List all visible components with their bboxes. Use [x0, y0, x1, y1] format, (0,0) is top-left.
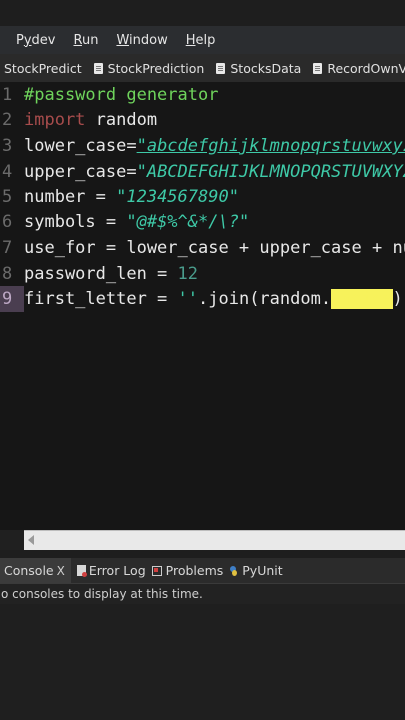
line-number: 8 — [2, 264, 13, 284]
menu-run[interactable]: Run — [74, 33, 99, 48]
python-file-icon — [93, 62, 103, 74]
console-output-area[interactable] — [0, 604, 405, 720]
tab-label: StockPredict — [4, 60, 82, 76]
autocomplete-highlight: choice — [331, 289, 393, 309]
scroll-left-arrow-icon[interactable] — [28, 535, 34, 545]
code-text: number = — [24, 187, 117, 207]
problems-icon — [151, 565, 162, 576]
code-text: upper_case= — [24, 162, 137, 182]
line-number: 3 — [2, 136, 13, 156]
error-log-icon — [76, 565, 87, 577]
code-editor[interactable]: 1 #password generator 2 import random 3 low… — [0, 82, 405, 530]
python-file-icon — [313, 62, 323, 74]
code-line-2: 2 import random — [0, 107, 405, 133]
menu-pydev[interactable]: Pydev — [16, 33, 56, 48]
keyword: import — [24, 110, 86, 130]
python-file-icon — [216, 62, 226, 74]
code-line-1: 1 #password generator — [0, 82, 405, 108]
tab-stockprediction[interactable]: StockPrediction — [90, 54, 213, 82]
tab-label: StocksData — [230, 60, 302, 76]
code-text: use_for = lower_case + upper_case + nu — [24, 238, 405, 258]
tab-label: Console — [4, 563, 54, 578]
line-number: 1 — [2, 85, 13, 105]
code-line-4: 4 upper_case="ABCDEFGHIJKLMNOPQRSTUVWXYZ — [0, 159, 405, 185]
tab-stocksdata[interactable]: StocksData — [212, 54, 309, 82]
tab-label: PyUnit — [242, 563, 283, 578]
panel-divider — [0, 550, 405, 558]
close-icon[interactable]: X — [57, 564, 65, 578]
tab-recordownvoice[interactable]: RecordOwnVoice — [309, 54, 405, 82]
string-literal: "1234567890" — [116, 187, 239, 207]
line-number: 5 — [2, 187, 13, 207]
horizontal-scrollbar[interactable] — [24, 530, 405, 550]
code-text: symbols = — [24, 212, 127, 232]
tab-pyunit[interactable]: PyUnit — [229, 558, 283, 583]
code-text: password_len = — [24, 264, 178, 284]
code-text: first_letter = — [24, 289, 178, 309]
code-text: lower_case= — [24, 136, 137, 156]
editor-tab-bar: StockPredict StockPrediction StocksData … — [0, 54, 405, 83]
code-text: random — [85, 110, 158, 130]
string-literal: "ABCDEFGHIJKLMNOPQRSTUVWXYZ — [136, 162, 405, 182]
menu-bar: Pydev Run Window Help — [0, 26, 405, 54]
console-tab-bar: Console X Error Log Problems PyUnit — [0, 558, 405, 584]
tab-problems[interactable]: Problems — [151, 558, 224, 583]
code-line-8: 8 password_len = 12 — [0, 261, 405, 287]
tab-label: RecordOwnVoice — [327, 60, 405, 76]
comment: #password generator — [24, 85, 219, 105]
line-number: 2 — [2, 110, 13, 130]
code-line-7: 7 use_for = lower_case + upper_case + nu — [0, 235, 405, 261]
status-strip — [0, 0, 405, 26]
tab-error-log[interactable]: Error Log — [76, 558, 146, 583]
code-text: .join(random. — [198, 289, 332, 309]
number-literal: 12 — [177, 264, 199, 284]
code-text: ) — [392, 289, 403, 309]
tab-stockpredict[interactable]: StockPredict — [0, 54, 90, 82]
tab-label: StockPrediction — [107, 60, 205, 76]
menu-help[interactable]: Help — [186, 33, 216, 48]
code-line-3: 3 lower_case="abcdefghijklmnopqrstuvwxyz — [0, 133, 405, 159]
menu-window[interactable]: Window — [116, 33, 167, 48]
line-number: 6 — [2, 212, 13, 232]
line-number: 4 — [2, 162, 13, 182]
code-line-9: 9 first_letter = ''.join(random.choice) — [0, 286, 405, 312]
code-line-6: 6 symbols = "@#$%^&*/\?" — [0, 209, 405, 235]
line-number: 7 — [2, 238, 13, 258]
tab-console[interactable]: Console X — [0, 558, 71, 583]
string-literal: "abcdefghijklmnopqrstuvwxyz — [136, 136, 405, 156]
pyunit-icon — [229, 565, 238, 576]
console-message: o consoles to display at this time. — [0, 584, 405, 604]
string-literal: '' — [177, 289, 199, 309]
code-line-5: 5 number = "1234567890" — [0, 184, 405, 210]
string-literal: "@#$%^&*/\?" — [126, 212, 250, 232]
line-number-current: 9 — [0, 286, 24, 312]
tab-label: Problems — [165, 563, 224, 578]
tab-label: Error Log — [88, 563, 146, 578]
